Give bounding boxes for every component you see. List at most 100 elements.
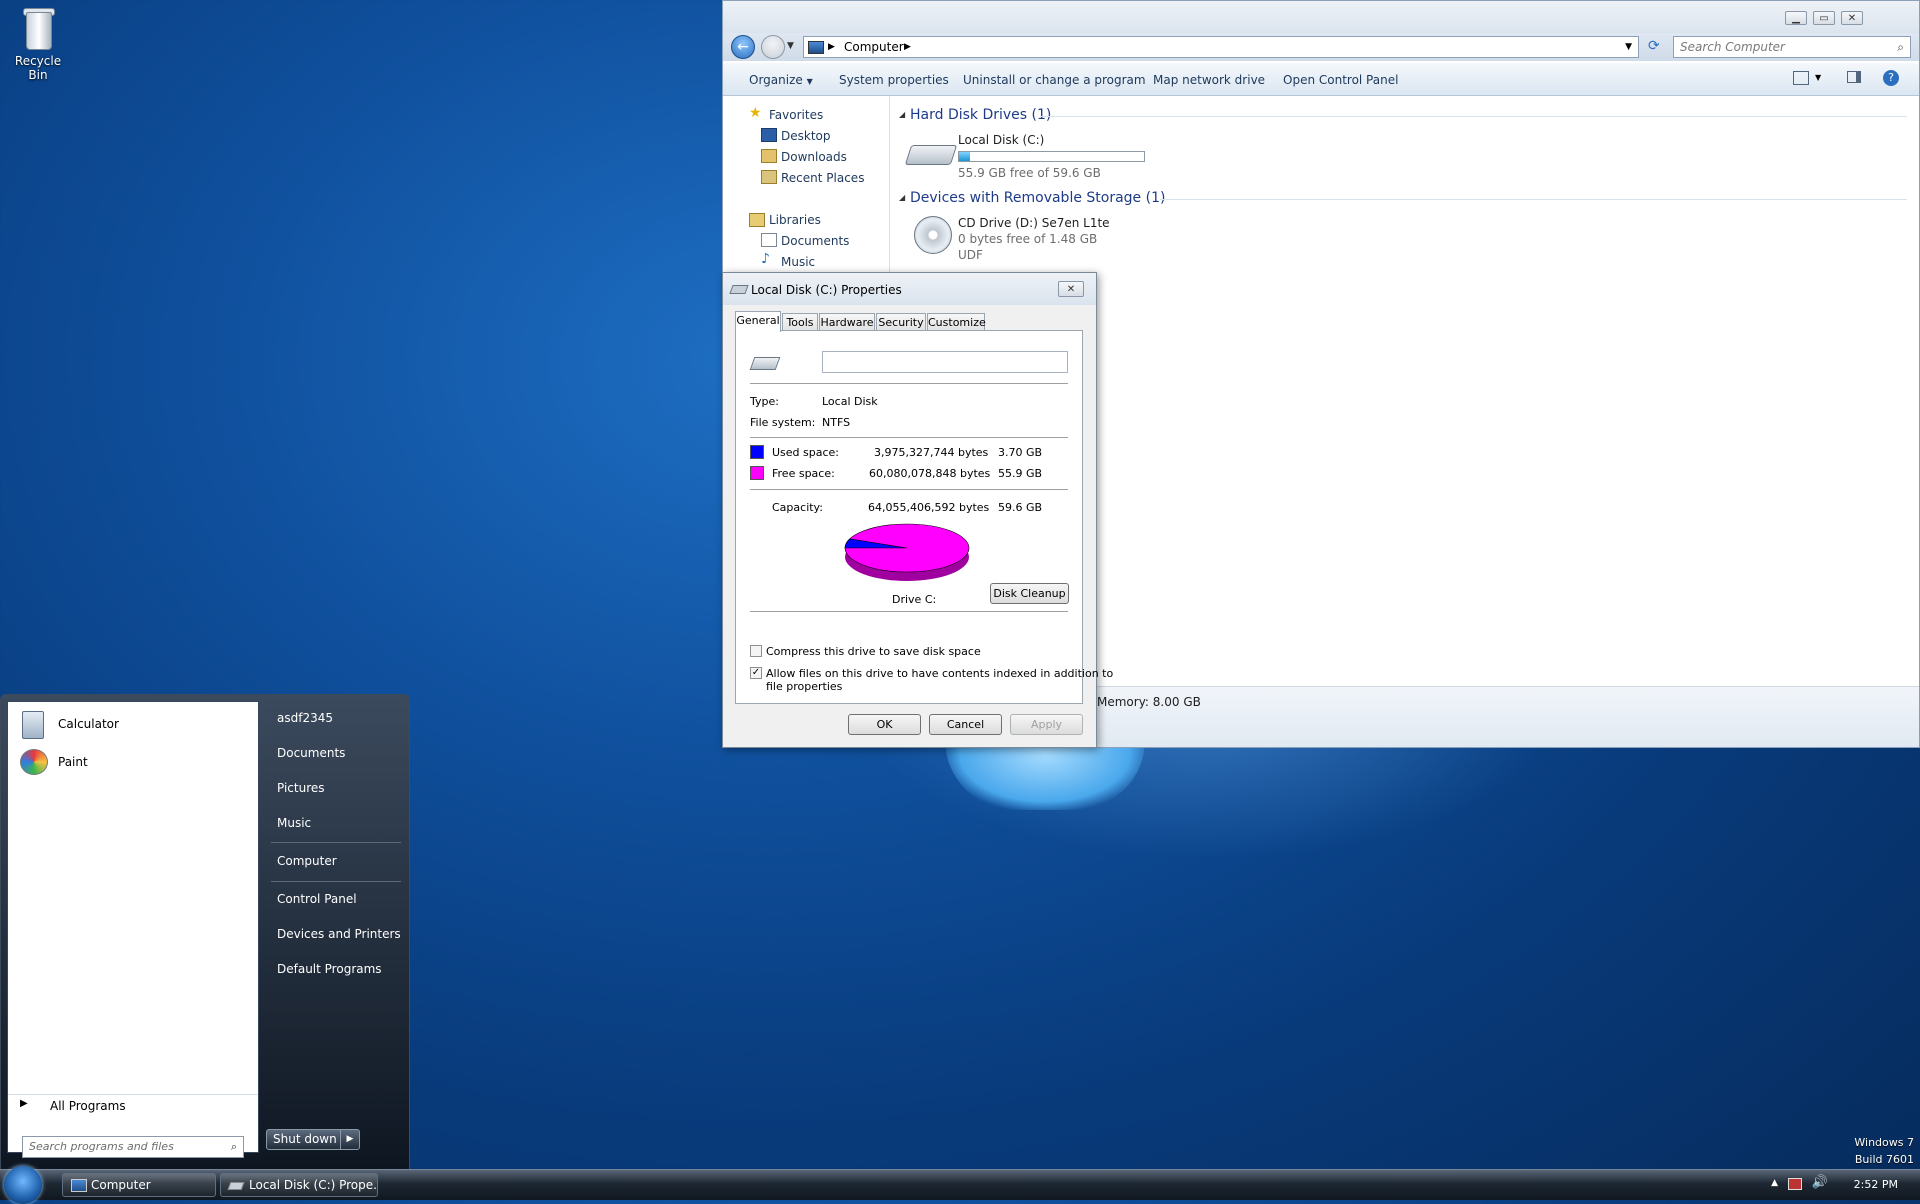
recycle-bin[interactable]: Recycle Bin	[6, 6, 70, 82]
disk-usage-pie-chart	[844, 523, 970, 581]
forward-button[interactable]	[761, 35, 785, 59]
start-computer[interactable]: Computer	[277, 854, 337, 868]
back-button[interactable]: ←	[731, 35, 755, 59]
tray-overflow-icon[interactable]: ▲	[1771, 1178, 1778, 1188]
start-music[interactable]: Music	[277, 816, 311, 830]
preview-pane-icon[interactable]	[1847, 71, 1861, 83]
taskbar-computer-label: Computer	[91, 1178, 151, 1192]
start-documents[interactable]: Documents	[277, 746, 345, 760]
shut-down-options-icon[interactable]: ▶	[340, 1130, 359, 1149]
taskbar-item-properties[interactable]: Local Disk (C:) Prope...	[220, 1173, 378, 1197]
nav-music[interactable]: Music	[781, 255, 815, 269]
start-orb-icon[interactable]	[4, 1166, 42, 1204]
breadcrumb-chevron-icon[interactable]: ▶	[904, 37, 911, 57]
ok-button[interactable]: OK	[848, 714, 921, 735]
tab-general[interactable]: General	[735, 311, 781, 332]
minimize-button[interactable]: ▁	[1785, 11, 1807, 25]
system-properties-button[interactable]: System properties	[839, 73, 949, 87]
music-icon: ♪	[761, 251, 770, 267]
calculator-icon	[22, 711, 44, 739]
explorer-search-input[interactable]: Search Computer ⌕	[1673, 36, 1911, 58]
nav-recent-places[interactable]: Recent Places	[781, 171, 864, 185]
filesystem-value: NTFS	[822, 416, 851, 429]
all-programs-button[interactable]: ▶ All Programs	[8, 1094, 258, 1117]
explorer-titlebar[interactable]: ▁ ▭ ✕	[723, 1, 1919, 33]
nav-downloads[interactable]: Downloads	[781, 150, 847, 164]
drive-name-input[interactable]	[822, 351, 1068, 373]
recent-pages-icon[interactable]: ▼	[787, 41, 794, 51]
organize-button[interactable]: Organize ▼	[749, 73, 813, 87]
start-menu: Calculator Paint ▶ All Programs Search p…	[0, 694, 410, 1170]
free-space-gb: 55.9 GB	[998, 467, 1043, 480]
all-programs-arrow-icon: ▶	[20, 1098, 28, 1109]
compress-checkbox[interactable]	[750, 645, 762, 657]
separator-1	[750, 383, 1068, 385]
removable-storage-header[interactable]: Devices with Removable Storage (1)	[910, 190, 1165, 206]
disk-cleanup-button[interactable]: Disk Cleanup	[990, 583, 1069, 604]
capacity-gb: 59.6 GB	[998, 501, 1043, 514]
start-control-panel[interactable]: Control Panel	[277, 892, 357, 906]
local-disk-c-name: Local Disk (C:)	[958, 133, 1045, 147]
map-network-drive-button[interactable]: Map network drive	[1153, 73, 1265, 87]
collapse-removable-icon[interactable]: ◢	[899, 193, 905, 202]
tab-tools[interactable]: Tools	[782, 313, 818, 331]
help-icon[interactable]: ?	[1883, 70, 1899, 86]
nav-libraries[interactable]: Libraries	[769, 213, 821, 227]
all-programs-label: All Programs	[50, 1099, 126, 1113]
shut-down-button[interactable]: Shut down ▶	[266, 1129, 360, 1150]
breadcrumb-computer[interactable]: Computer	[844, 37, 904, 57]
program-calculator-label: Calculator	[58, 717, 119, 731]
start-devices-printers[interactable]: Devices and Printers	[277, 927, 401, 941]
nav-desktop[interactable]: Desktop	[781, 129, 831, 143]
refresh-icon[interactable]: ⟳	[1648, 38, 1660, 54]
start-separator-2	[271, 881, 401, 882]
search-icon: ⌕	[1897, 40, 1904, 54]
apply-button[interactable]: Apply	[1010, 714, 1083, 735]
tray-clock[interactable]: 2:52 PM	[1854, 1178, 1898, 1191]
program-paint[interactable]: Paint	[16, 746, 252, 778]
address-dropdown-icon[interactable]: ▼	[1625, 37, 1632, 57]
tab-security[interactable]: Security	[876, 313, 926, 331]
desktop-icon	[761, 128, 777, 142]
documents-icon	[761, 233, 777, 247]
local-disk-c-free: 55.9 GB free of 59.6 GB	[958, 166, 1101, 180]
separator-2	[750, 437, 1068, 439]
cancel-button[interactable]: Cancel	[929, 714, 1002, 735]
start-user-folder[interactable]: asdf2345	[277, 711, 333, 725]
view-dropdown-icon[interactable]: ▼	[1815, 73, 1821, 82]
local-disk-c-capacity-bar	[958, 151, 1145, 162]
open-control-panel-button[interactable]: Open Control Panel	[1283, 73, 1398, 87]
tab-customize[interactable]: Customize	[927, 313, 986, 331]
nav-favorites[interactable]: Favorites	[769, 108, 823, 122]
start-search-placeholder: Search programs and files	[29, 1140, 174, 1153]
removable-header-line	[1160, 199, 1907, 200]
tray-action-center-icon[interactable]	[1788, 1178, 1802, 1190]
index-checkbox[interactable]: ✓	[750, 667, 762, 679]
drive-label: Drive C:	[892, 593, 937, 606]
local-disk-c[interactable]: Local Disk (C:) 55.9 GB free of 59.6 GB	[904, 133, 1164, 181]
close-button[interactable]: ✕	[1841, 11, 1863, 25]
cd-drive-d[interactable]: CD Drive (D:) Se7en L1te 0 bytes free of…	[904, 216, 1204, 268]
free-space-label: Free space:	[772, 467, 835, 480]
program-calculator[interactable]: Calculator	[16, 708, 252, 740]
maximize-button[interactable]: ▭	[1813, 11, 1835, 25]
dialog-titlebar[interactable]: Local Disk (C:) Properties ✕	[723, 273, 1096, 305]
start-default-programs[interactable]: Default Programs	[277, 962, 382, 976]
command-bar: Organize ▼ System properties Uninstall o…	[723, 63, 1919, 96]
address-bar[interactable]: ▶ Computer ▶ ▼	[803, 36, 1639, 58]
hard-disk-drives-header[interactable]: Hard Disk Drives (1)	[910, 107, 1051, 123]
taskbar-item-computer[interactable]: Computer	[62, 1173, 216, 1197]
start-search-input[interactable]: Search programs and files ⌕	[22, 1136, 244, 1158]
start-pictures[interactable]: Pictures	[277, 781, 325, 795]
collapse-hdd-icon[interactable]: ◢	[899, 110, 905, 119]
used-space-label: Used space:	[772, 446, 840, 459]
cd-drive-icon	[914, 216, 952, 254]
uninstall-program-button[interactable]: Uninstall or change a program	[963, 73, 1146, 87]
change-view-icon[interactable]	[1793, 71, 1809, 85]
breadcrumb-separator-icon: ▶	[828, 42, 835, 52]
tray-volume-icon[interactable]: 🔊	[1812, 1175, 1828, 1190]
nav-documents[interactable]: Documents	[781, 234, 849, 248]
dialog-close-button[interactable]: ✕	[1058, 281, 1084, 297]
type-value: Local Disk	[822, 395, 878, 408]
tab-hardware[interactable]: Hardware	[819, 313, 875, 331]
